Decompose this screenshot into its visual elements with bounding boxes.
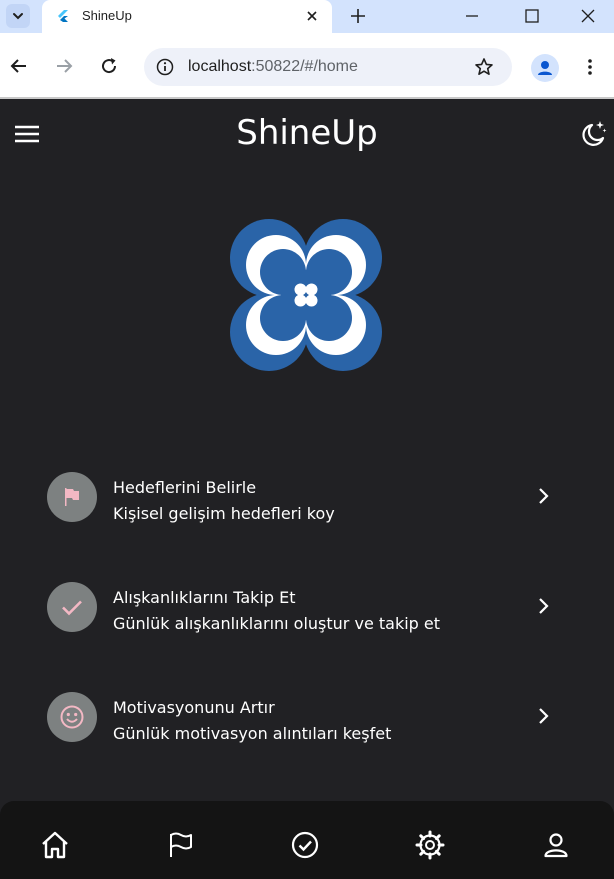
check-icon	[62, 600, 82, 616]
address-bar: localhost:50822/#/home	[0, 33, 614, 98]
close-icon[interactable]	[304, 8, 320, 24]
settings-icon	[415, 830, 445, 860]
chevron-right-icon	[539, 708, 549, 724]
person-outline-icon	[544, 833, 568, 858]
feature-title: Motivasyonunu Artır	[113, 698, 275, 717]
bottom-navigation	[0, 801, 614, 879]
feature-habits[interactable]: Alışkanlıklarını Takip Et Günlük alışkan…	[0, 582, 614, 666]
window-close-icon[interactable]	[578, 6, 598, 26]
flag-outline-icon	[170, 832, 192, 857]
person-icon	[538, 61, 552, 75]
feature-goals[interactable]: Hedeflerini Belirle Kişisel gelişim hede…	[0, 472, 614, 556]
tab-search-button[interactable]	[6, 4, 30, 28]
dark-mode-icon[interactable]	[578, 119, 608, 149]
feature-motivation[interactable]: Motivasyonunu Artır Günlük motivasyon al…	[0, 692, 614, 776]
chevron-right-icon	[539, 488, 549, 504]
nav-goals-button[interactable]	[164, 829, 196, 861]
plus-icon[interactable]	[349, 7, 367, 25]
app-logo	[230, 219, 382, 371]
app-title: ShineUp	[236, 113, 378, 153]
feature-avatar	[47, 472, 97, 522]
url-host: localhost	[188, 58, 252, 75]
nav-settings-button[interactable]	[414, 829, 446, 861]
check-circle-icon	[291, 831, 319, 859]
feature-avatar	[47, 582, 97, 632]
nav-home-button[interactable]	[39, 829, 71, 861]
feature-title: Hedeflerini Belirle	[113, 478, 257, 497]
browser-tab[interactable]: ShineUp	[42, 0, 332, 33]
flag-icon	[65, 488, 79, 506]
url-path: :50822/#/home	[251, 58, 358, 75]
nav-habits-button[interactable]	[289, 829, 321, 861]
flutter-icon	[58, 10, 68, 22]
feature-title: Alışkanlıklarını Takip Et	[113, 588, 296, 607]
chevron-right-icon	[539, 598, 549, 614]
maximize-icon[interactable]	[522, 6, 542, 26]
nav-profile-button[interactable]	[540, 829, 572, 861]
feature-avatar	[47, 692, 97, 742]
feature-subtitle: Kişisel gelişim hedefleri koy	[113, 504, 335, 523]
kebab-icon[interactable]	[580, 57, 600, 77]
reload-icon[interactable]	[99, 56, 119, 76]
profile-button[interactable]	[531, 54, 559, 82]
url-input[interactable]: localhost:50822/#/home	[144, 48, 512, 86]
tab-strip: ShineUp	[0, 0, 614, 33]
app-screen: ShineUp Hedeflerini Belirle Kişisel geli…	[0, 99, 614, 879]
tab-title: ShineUp	[82, 8, 132, 23]
home-icon	[42, 831, 68, 859]
minimize-icon[interactable]	[462, 6, 482, 26]
arrow-right-icon[interactable]	[54, 56, 74, 76]
feature-subtitle: Günlük motivasyon alıntıları keşfet	[113, 724, 392, 743]
url-text: localhost:50822/#/home	[188, 58, 358, 76]
star-icon[interactable]	[474, 57, 494, 77]
smiley-icon	[60, 705, 84, 729]
chevron-down-icon	[13, 13, 23, 20]
info-icon[interactable]	[156, 58, 174, 76]
arrow-left-icon[interactable]	[9, 56, 29, 76]
feature-subtitle: Günlük alışkanlıklarını oluştur ve takip…	[113, 614, 441, 633]
